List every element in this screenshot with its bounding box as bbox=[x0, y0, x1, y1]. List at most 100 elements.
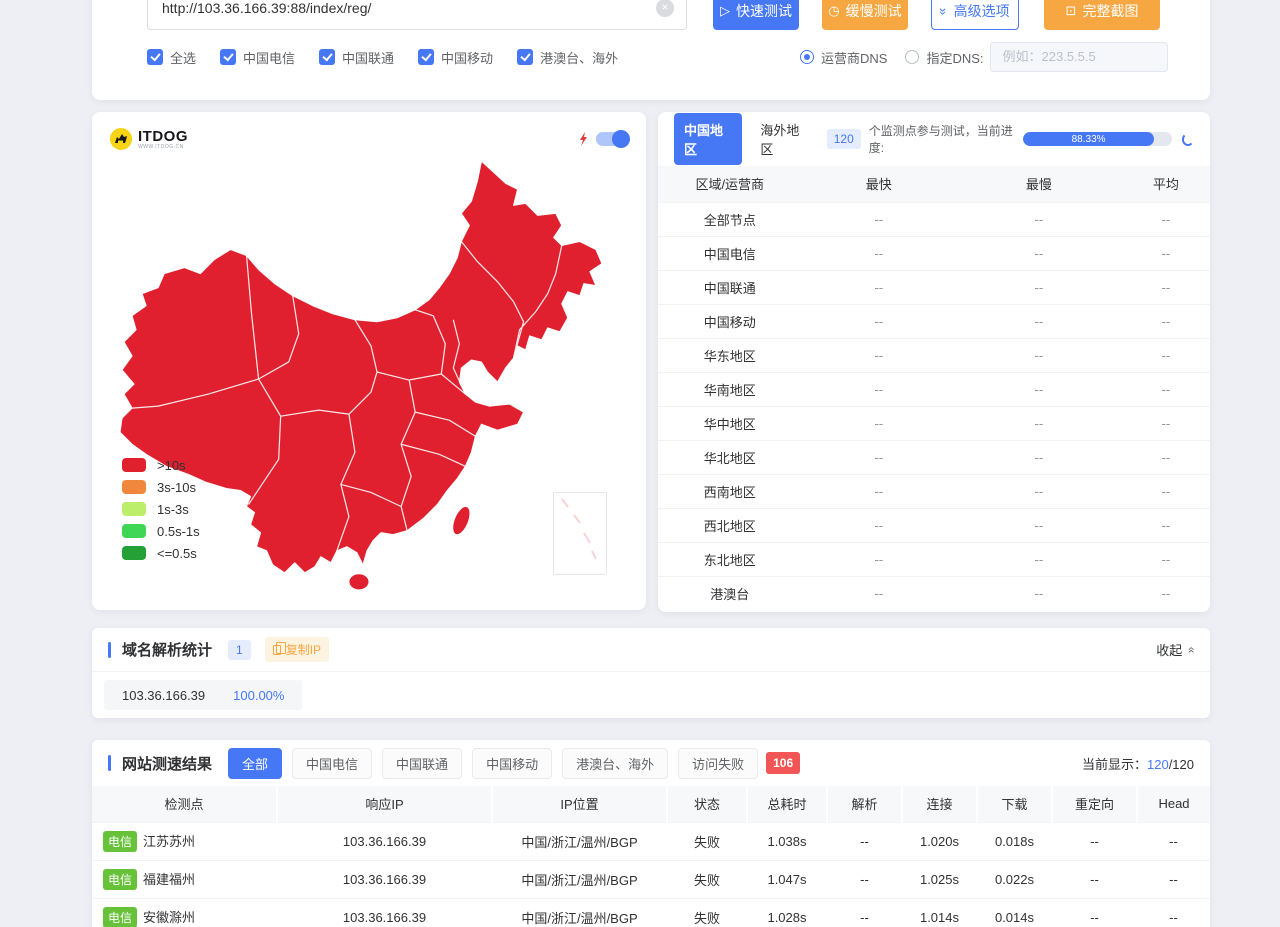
region-avg: -- bbox=[1122, 202, 1210, 236]
legend-item: 0.5s-1s bbox=[122, 524, 200, 538]
table-row: 中国联通------ bbox=[658, 270, 1210, 304]
region-fast: -- bbox=[802, 202, 957, 236]
test-control-card: http://103.36.166.39:88/index/reg/ × ▷ 快… bbox=[92, 0, 1210, 100]
legend-label: 1s-3s bbox=[157, 502, 189, 517]
slow-test-button[interactable]: ◷ 缓慢测试 bbox=[822, 0, 908, 30]
checkbox-china-mobile[interactable]: 中国移动 bbox=[418, 48, 493, 67]
section-accent-bar bbox=[108, 642, 111, 658]
copy-ip-button[interactable]: 复制IP bbox=[265, 637, 329, 662]
probe-location: 江苏苏州 bbox=[143, 834, 195, 849]
url-input[interactable]: http://103.36.166.39:88/index/reg/ × bbox=[147, 0, 687, 30]
region-avg: -- bbox=[1122, 474, 1210, 508]
region-fast: -- bbox=[802, 270, 957, 304]
dns-count-badge: 1 bbox=[228, 640, 251, 660]
chevron-double-down-icon: » bbox=[936, 7, 951, 14]
region-fast: -- bbox=[802, 440, 957, 474]
checkbox-china-telecom[interactable]: 中国电信 bbox=[220, 48, 295, 67]
checkbox-label: 全选 bbox=[170, 48, 196, 67]
checkbox-hmt-overseas[interactable]: 港澳台、海外 bbox=[517, 48, 618, 67]
tab-china-telecom[interactable]: 中国电信 bbox=[292, 748, 372, 779]
col-total-time: 总耗时 bbox=[747, 786, 827, 822]
radio-carrier-dns[interactable] bbox=[800, 50, 814, 64]
total-time: 1.028s bbox=[747, 898, 827, 927]
copy-ip-label: 复制IP bbox=[286, 641, 321, 658]
resolved-ip-chip[interactable]: 103.36.166.39 100.00% bbox=[104, 680, 302, 710]
camera-icon: ⊡ bbox=[1066, 3, 1077, 19]
total-time: 1.038s bbox=[747, 822, 827, 860]
tab-china-mobile[interactable]: 中国移动 bbox=[472, 748, 552, 779]
download-time: 0.022s bbox=[977, 860, 1052, 898]
col-slowest: 最慢 bbox=[956, 166, 1122, 202]
region-slow: -- bbox=[956, 406, 1122, 440]
checkbox-label: 中国联通 bbox=[342, 48, 394, 67]
isp-tag: 电信 bbox=[103, 869, 137, 890]
dns-option-row: 运营商DNS 指定DNS: 例如：223.5.5.5 bbox=[800, 43, 1168, 71]
loading-spinner-icon bbox=[1182, 133, 1194, 146]
collapse-label: 收起 bbox=[1156, 640, 1182, 659]
legend-label: 3s-10s bbox=[157, 480, 196, 495]
col-connect: 连接 bbox=[902, 786, 977, 822]
full-screenshot-button[interactable]: ⊡ 完整截图 bbox=[1044, 0, 1160, 30]
region-name: 西南地区 bbox=[658, 474, 802, 508]
region-avg: -- bbox=[1122, 304, 1210, 338]
results-title: 网站测速结果 bbox=[122, 753, 212, 774]
checkbox-icon[interactable] bbox=[517, 49, 533, 65]
checkbox-label: 中国移动 bbox=[441, 48, 493, 67]
checkbox-select-all[interactable]: 全选 bbox=[147, 48, 196, 67]
checkbox-label: 港澳台、海外 bbox=[540, 48, 618, 67]
table-row: 港澳台------ bbox=[658, 576, 1210, 610]
tab-china-region[interactable]: 中国地区 bbox=[674, 113, 742, 165]
dns-stats-card: 域名解析统计 1 复制IP 收起 » 103.36.166.39 100.00% bbox=[92, 628, 1210, 718]
redirect-time: -- bbox=[1052, 898, 1137, 927]
head-time: -- bbox=[1137, 822, 1210, 860]
checkbox-china-unicom[interactable]: 中国联通 bbox=[319, 48, 394, 67]
region-avg: -- bbox=[1122, 508, 1210, 542]
collapse-button[interactable]: 收起 » bbox=[1156, 640, 1194, 659]
itdog-logo: ITDOG WWW.ITDOG.CN bbox=[110, 128, 188, 150]
section-accent-bar bbox=[108, 755, 111, 771]
legend-item: 1s-3s bbox=[122, 502, 200, 516]
col-response-ip: 响应IP bbox=[277, 786, 492, 822]
results-table: 检测点 响应IP IP位置 状态 总耗时 解析 连接 下载 重定向 Head 电… bbox=[92, 786, 1210, 927]
tab-hmt-overseas[interactable]: 港澳台、海外 bbox=[562, 748, 668, 779]
legend-label: 0.5s-1s bbox=[157, 524, 200, 539]
tab-china-unicom[interactable]: 中国联通 bbox=[382, 748, 462, 779]
advanced-options-label: 高级选项 bbox=[954, 1, 1010, 21]
region-name: 中国移动 bbox=[658, 304, 802, 338]
isp-tag: 电信 bbox=[103, 831, 137, 852]
head-time: -- bbox=[1137, 860, 1210, 898]
probe-location: 安徽滁州 bbox=[143, 910, 195, 925]
region-avg: -- bbox=[1122, 406, 1210, 440]
col-ip-location: IP位置 bbox=[492, 786, 667, 822]
region-slow: -- bbox=[956, 236, 1122, 270]
current-display-label: 当前显示： bbox=[1082, 757, 1147, 772]
map-mode-toggle[interactable] bbox=[596, 132, 628, 146]
table-row: 中国电信------ bbox=[658, 236, 1210, 270]
tab-overseas-region[interactable]: 海外地区 bbox=[760, 120, 808, 158]
custom-dns-label[interactable]: 指定DNS: bbox=[926, 48, 983, 67]
checkbox-icon[interactable] bbox=[220, 49, 236, 65]
checkbox-icon[interactable] bbox=[319, 49, 335, 65]
table-row: 中国移动------ bbox=[658, 304, 1210, 338]
region-avg: -- bbox=[1122, 372, 1210, 406]
speed-test-results-card: 网站测速结果 全部 中国电信 中国联通 中国移动 港澳台、海外 访问失败 106… bbox=[92, 740, 1210, 927]
copy-icon bbox=[273, 645, 281, 655]
url-input-value[interactable]: http://103.36.166.39:88/index/reg/ bbox=[148, 0, 686, 29]
tab-all[interactable]: 全部 bbox=[228, 748, 282, 779]
hainan-island bbox=[349, 574, 369, 590]
carrier-dns-label[interactable]: 运营商DNS bbox=[821, 48, 887, 67]
quick-test-button[interactable]: ▷ 快速测试 bbox=[713, 0, 799, 30]
status: 失败 bbox=[667, 822, 747, 860]
checkbox-icon[interactable] bbox=[147, 49, 163, 65]
table-row: 全部节点------ bbox=[658, 202, 1210, 236]
advanced-options-button[interactable]: » 高级选项 bbox=[931, 0, 1019, 30]
tab-failed[interactable]: 访问失败 bbox=[678, 748, 758, 779]
table-row: 电信江苏苏州 103.36.166.39 中国/浙江/温州/BGP 失败 1.0… bbox=[92, 822, 1210, 860]
checkbox-icon[interactable] bbox=[418, 49, 434, 65]
table-row: 电信福建福州 103.36.166.39 中国/浙江/温州/BGP 失败 1.0… bbox=[92, 860, 1210, 898]
connect-time: 1.020s bbox=[902, 822, 977, 860]
ip-location: 中国/浙江/温州/BGP bbox=[492, 860, 667, 898]
custom-dns-input[interactable]: 例如：223.5.5.5 bbox=[990, 42, 1168, 72]
progress-bar: 88.33% bbox=[1023, 132, 1172, 146]
radio-custom-dns[interactable] bbox=[905, 50, 919, 64]
